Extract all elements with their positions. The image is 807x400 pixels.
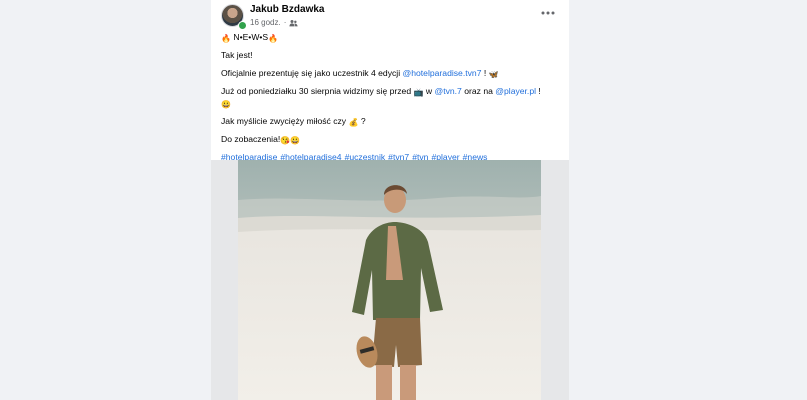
online-status-indicator [238,21,247,30]
television-emoji: 📺 [413,88,424,97]
text-line-4: Jak myślicie zwycięży miłość czy 💰 ? [221,115,559,127]
friends-icon[interactable] [289,19,298,27]
fire-emoji: 🔥 [221,34,231,43]
post-time[interactable]: 16 godz. [250,18,281,27]
author-name[interactable]: Jakub Bzdawka [250,4,324,15]
post-meta: 16 godz. · [250,18,298,27]
text-segment: Jak myślicie zwycięży miłość czy [221,116,349,126]
text-segment: ! [536,86,541,96]
text-line-3: Już od poniedziałku 30 sierpnia widzimy … [221,85,559,109]
post-text: 🔥 N•E•W•S🔥 Tak jest! Oficjalnie prezentu… [221,31,559,169]
text-segment: Już od poniedziałku 30 sierpnia widzimy … [221,86,414,96]
text-line-2: Oficjalnie prezentuję się jako uczestnik… [221,67,559,79]
post-card: Jakub Bzdawka 16 godz. · 🔥 N•E•W•S🔥 Tak … [211,0,569,400]
mention-tvn7[interactable]: @tvn.7 [434,86,461,96]
post-image-container[interactable] [211,160,569,400]
text-line-5: Do zobaczenia!😘😀 [221,133,559,145]
mention-hotelparadise[interactable]: @hotelparadise.tvn7 [403,68,482,78]
news-title: N•E•W•S [233,32,269,42]
mention-player[interactable]: @player.pl [495,86,536,96]
text-segment: ? [358,116,366,126]
post-header: Jakub Bzdawka 16 godz. · [221,4,559,34]
text-segment: ! [481,68,487,78]
post-photo[interactable] [238,160,541,400]
fire-emoji: 🔥 [268,34,279,43]
text-line-1: Tak jest! [221,50,253,60]
text-segment: oraz na [461,86,496,96]
more-options-button[interactable] [537,5,559,21]
text-segment: Do zobaczenia! [221,134,281,144]
kissing-emoji: 😘 [280,136,291,145]
more-options-icon [541,11,555,15]
text-segment: w [423,86,435,96]
smile-emoji: 😀 [221,100,231,109]
news-line: 🔥 N•E•W•S🔥 [221,31,559,43]
butterfly-emoji: 🦋 [488,70,499,79]
text-segment: Oficjalnie prezentuję się jako uczestnik… [221,68,403,78]
smile-emoji: 😀 [290,136,301,145]
meta-separator: · [283,18,287,27]
money-bag-emoji: 💰 [348,118,359,127]
